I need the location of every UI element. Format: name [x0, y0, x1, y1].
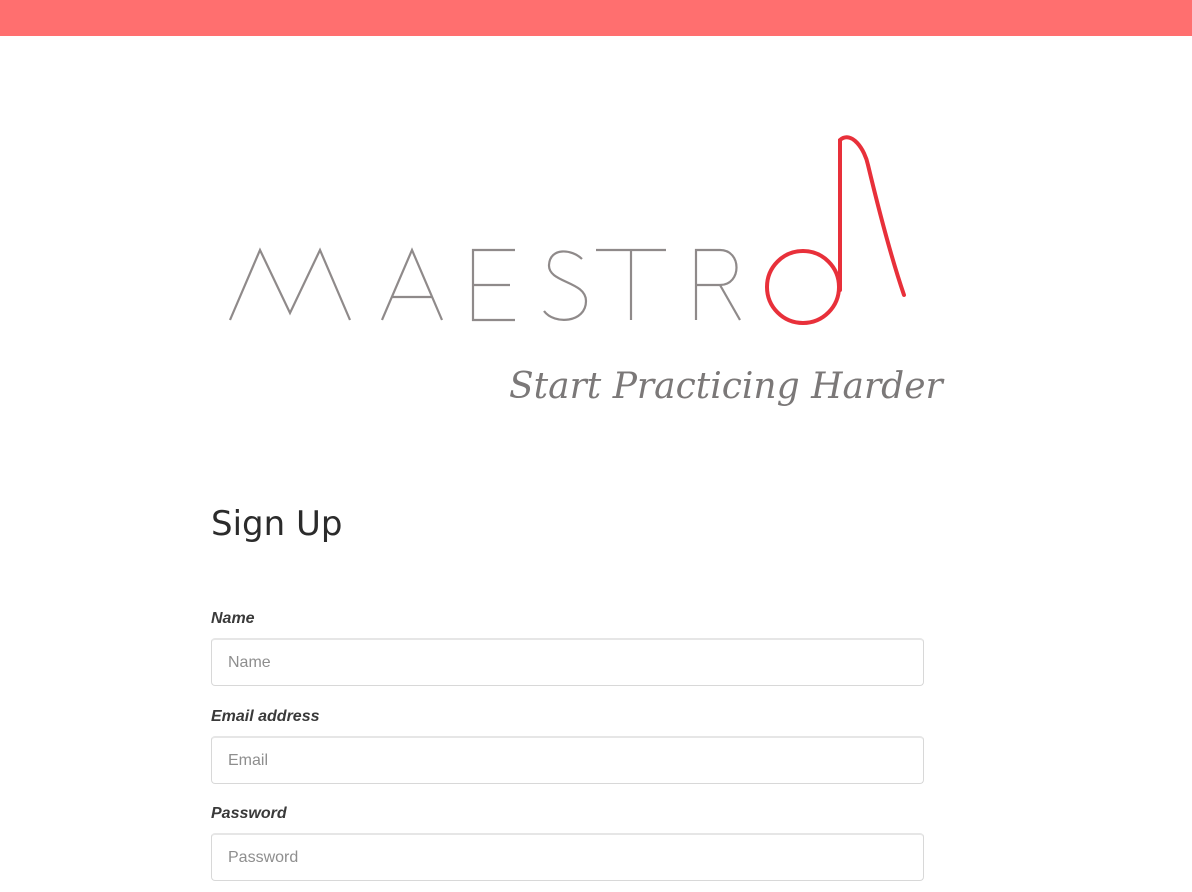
password-label: Password [211, 805, 287, 822]
password-input[interactable] [211, 833, 924, 881]
maestro-logo [228, 135, 906, 325]
page-title: Sign Up [211, 504, 343, 544]
name-input[interactable] [211, 638, 924, 686]
email-input[interactable] [211, 736, 924, 784]
name-label: Name [211, 610, 255, 627]
top-bar [0, 0, 1192, 36]
tagline: Start Practicing Harder [509, 366, 943, 407]
email-label: Email address [211, 708, 320, 725]
